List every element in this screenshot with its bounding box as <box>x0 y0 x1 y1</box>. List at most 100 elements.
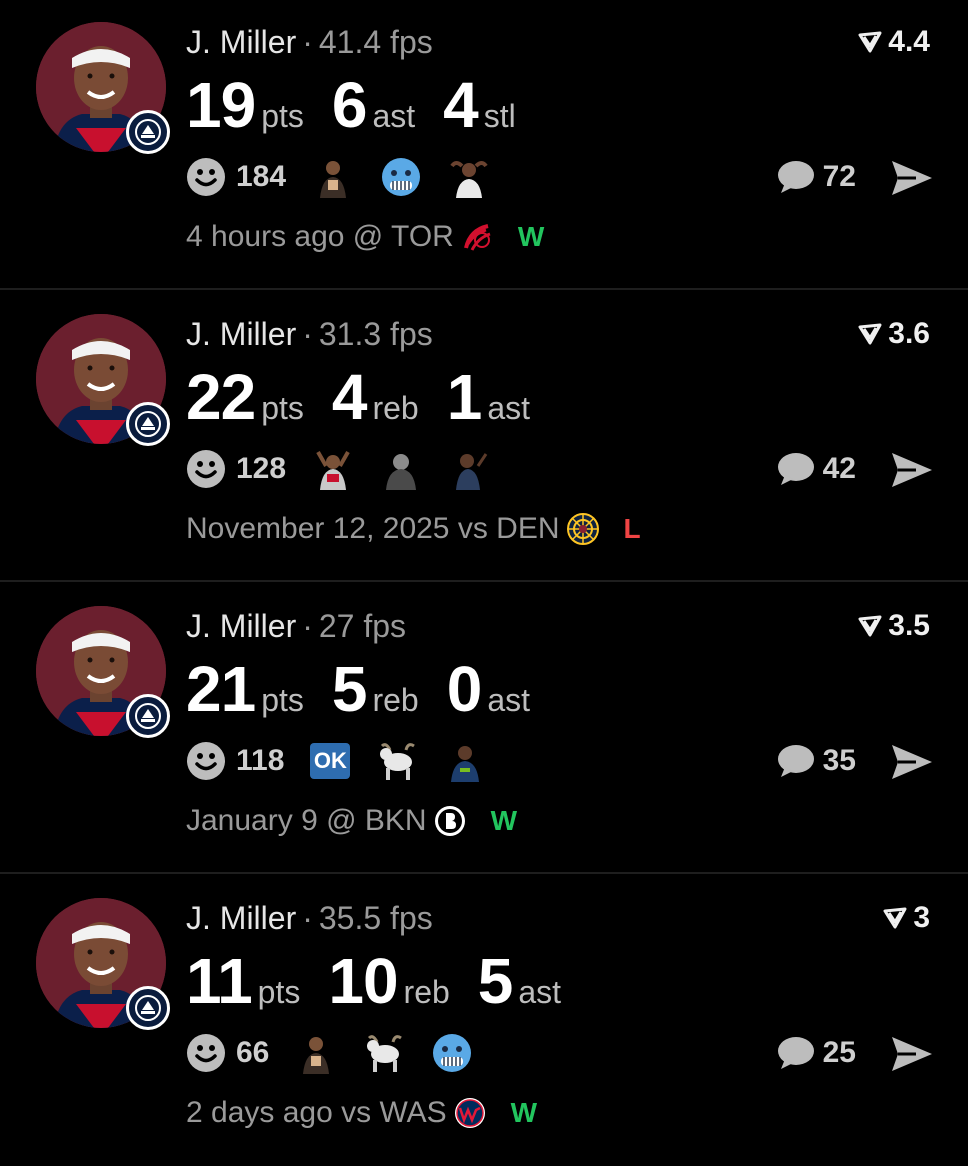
game-info[interactable]: November 12, 2025 vs DEN L <box>186 510 641 548</box>
player-photo-reaction-icon[interactable] <box>295 1032 337 1074</box>
share-send-icon[interactable] <box>890 1034 934 1074</box>
stat-line: 19 pts 6 ast 4 stl <box>186 70 544 140</box>
goat-emoji-icon[interactable] <box>363 1032 405 1074</box>
comment-count: 25 <box>822 1036 856 1069</box>
stat-label: ast <box>487 682 530 718</box>
rating-badge[interactable]: 4.4 <box>858 24 930 60</box>
cold-face-emoji-icon[interactable] <box>380 156 422 198</box>
stat-label: ast <box>372 98 416 134</box>
stat-number: 0 <box>446 653 483 725</box>
stat-item: 10 reb <box>328 946 449 1016</box>
comment-bubble-icon <box>777 1037 814 1069</box>
comment-count: 42 <box>822 452 856 485</box>
comments-button[interactable]: 35 <box>775 738 856 784</box>
rating-value: 3 <box>913 901 930 934</box>
game-info[interactable]: January 9 @ BKN W <box>186 802 517 840</box>
player-name[interactable]: J. Miller <box>186 608 296 644</box>
fantasy-points: 35.5 fps <box>318 900 433 936</box>
stat-number: 5 <box>331 653 368 725</box>
stat-number: 11 <box>186 945 253 1017</box>
comment-bubble-icon <box>777 745 814 777</box>
stat-number: 5 <box>477 945 514 1017</box>
player-name[interactable]: J. Miller <box>186 316 296 352</box>
share-send-icon[interactable] <box>890 158 934 198</box>
smiley-react-icon[interactable] <box>186 741 226 781</box>
game-info-text: November 12, 2025 vs DEN <box>186 512 560 545</box>
reaction-count[interactable]: 128 <box>236 452 286 486</box>
post-card[interactable]: J. Miller · 31.3 fps 3.6 22 pts 4 reb 1 ast 1… <box>0 292 968 582</box>
reaction-count[interactable]: 184 <box>236 160 286 194</box>
player-avatar[interactable] <box>36 898 170 1030</box>
stat-item: 5 reb <box>332 654 419 724</box>
reaction-count[interactable]: 118 <box>236 744 284 778</box>
reactions-row: 184 <box>186 154 516 200</box>
stat-label: pts <box>261 98 304 134</box>
rating-badge[interactable]: 3.6 <box>858 316 930 352</box>
comments-button[interactable]: 25 <box>775 1030 856 1076</box>
rating-triangle-icon <box>858 615 882 637</box>
stat-line: 11 pts 10 reb 5 ast <box>186 946 589 1016</box>
comments-button[interactable]: 42 <box>775 446 856 492</box>
stat-item: 1 ast <box>447 362 530 432</box>
player-avatar[interactable] <box>36 314 170 446</box>
player-avatar[interactable] <box>36 22 170 154</box>
rating-badge[interactable]: 3 <box>883 900 930 936</box>
player-photo-reaction-icon[interactable] <box>312 448 354 490</box>
rating-value: 3.6 <box>888 317 930 350</box>
separator-dot: · <box>302 24 313 60</box>
stat-number: 21 <box>186 653 256 725</box>
stat-label: reb <box>372 682 419 718</box>
smiley-react-icon[interactable] <box>186 449 226 489</box>
smiley-react-icon[interactable] <box>186 1033 226 1073</box>
player-name[interactable]: J. Miller <box>186 900 296 936</box>
wizards-team-badge-icon <box>126 986 170 1030</box>
post-card[interactable]: J. Miller · 35.5 fps 3 11 pts 10 reb 5 ast 66 <box>0 876 968 1166</box>
stat-item: 4 reb <box>332 362 419 432</box>
ok-button-emoji-icon[interactable]: OK <box>310 743 351 779</box>
post-header: J. Miller · 41.4 fps <box>186 24 433 60</box>
stat-number: 6 <box>331 69 368 141</box>
rating-triangle-icon <box>858 323 882 345</box>
wizards-team-badge-icon <box>126 402 170 446</box>
wizards-team-badge-icon <box>126 110 170 154</box>
player-photo-reaction-icon[interactable] <box>448 448 490 490</box>
stat-number: 19 <box>186 69 256 141</box>
reactions-row: 66 <box>186 1030 499 1076</box>
shocked-player-reaction-icon[interactable] <box>448 156 490 198</box>
player-name[interactable]: J. Miller <box>186 24 296 60</box>
separator-dot: · <box>302 900 313 936</box>
share-send-icon[interactable] <box>890 450 934 490</box>
rating-value: 4.4 <box>888 25 930 58</box>
rating-badge[interactable]: 3.5 <box>858 608 930 644</box>
rating-triangle-icon <box>883 907 907 929</box>
goat-emoji-icon[interactable] <box>376 740 418 782</box>
player-photo-reaction-icon[interactable] <box>444 740 486 782</box>
post-header: J. Miller · 31.3 fps <box>186 316 433 352</box>
stat-item: 6 ast <box>332 70 415 140</box>
stat-label: reb <box>372 390 419 426</box>
post-card[interactable]: J. Miller · 27 fps 3.5 21 pts 5 reb 0 ast 118… <box>0 584 968 874</box>
game-info[interactable]: 4 hours ago @ TOR W <box>186 218 544 256</box>
comments-button[interactable]: 72 <box>775 154 856 200</box>
player-photo-reaction-icon[interactable] <box>312 156 354 198</box>
stat-label: pts <box>261 682 304 718</box>
stat-item: 11 pts <box>186 946 300 1016</box>
player-avatar[interactable] <box>36 606 170 738</box>
comment-bubble-icon <box>777 453 814 485</box>
game-info[interactable]: 2 days ago vs WAS W <box>186 1094 537 1132</box>
stat-number: 4 <box>331 361 368 433</box>
nets-logo-icon <box>433 804 467 838</box>
post-card[interactable]: J. Miller · 41.4 fps 4.4 19 pts 6 ast 4 stl 1… <box>0 0 968 290</box>
cold-face-emoji-icon[interactable] <box>431 1032 473 1074</box>
separator-dot: · <box>302 608 313 644</box>
share-send-icon[interactable] <box>890 742 934 782</box>
stat-label: reb <box>403 974 450 1010</box>
rating-triangle-icon <box>858 31 882 53</box>
smiley-react-icon[interactable] <box>186 157 226 197</box>
stat-number: 10 <box>328 945 398 1017</box>
player-photo-reaction-icon[interactable] <box>380 448 422 490</box>
comment-count: 35 <box>822 744 856 777</box>
reaction-count[interactable]: 66 <box>236 1036 269 1070</box>
stat-number: 4 <box>443 69 479 141</box>
stat-item: 21 pts <box>186 654 304 724</box>
